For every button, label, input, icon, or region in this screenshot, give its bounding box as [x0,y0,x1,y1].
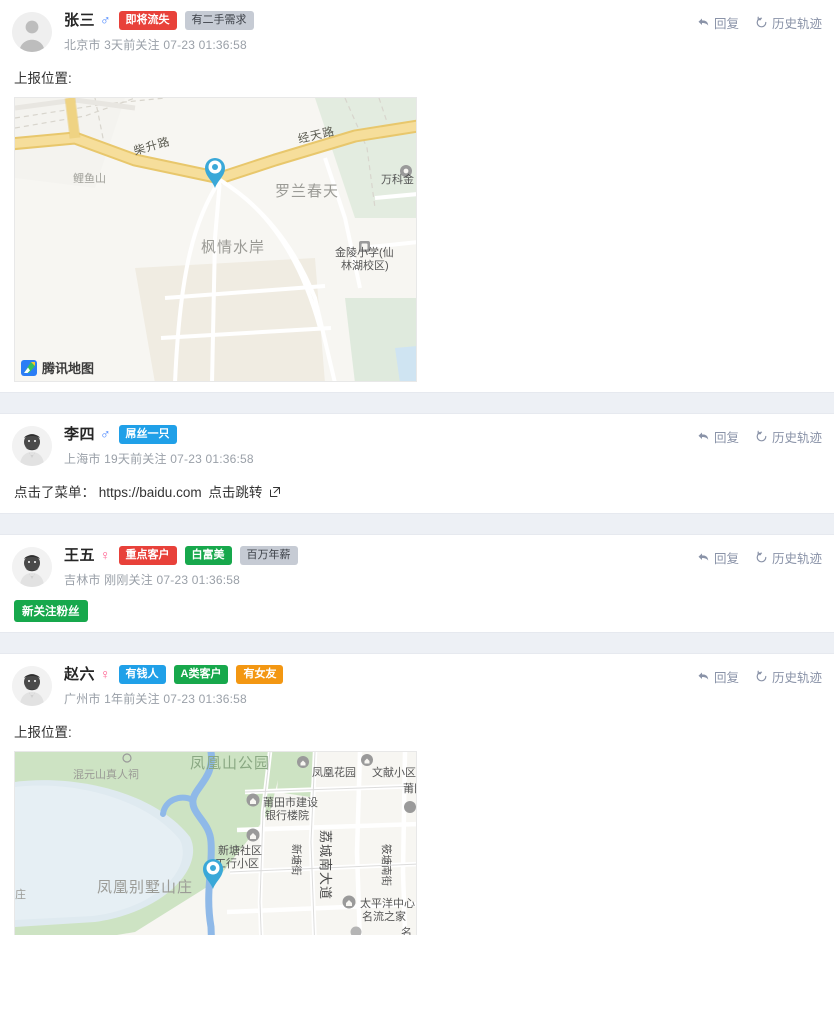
timestamp: 07-23 01:36:58 [163,38,247,52]
name-line: 王五 ♀ 重点客户 白富美 百万年薪 [64,546,298,565]
entry-header: 李四 ♂ 屌丝一只 上海市 19天前关注 07-23 01:36:58 回复 历… [12,424,822,467]
history-icon [755,430,768,443]
gender-icon: ♀ [100,546,111,563]
history-button[interactable]: 历史轨迹 [755,667,822,686]
reply-icon [697,16,710,29]
timestamp: 07-23 01:36:58 [170,452,254,466]
external-link-icon[interactable] [269,486,281,501]
history-label: 历史轨迹 [771,17,822,31]
entry-header: 王五 ♀ 重点客户 白富美 百万年薪 吉林市 刚刚关注 07-23 01:36:… [12,545,822,588]
history-button[interactable]: 历史轨迹 [755,13,822,32]
history-label: 历史轨迹 [771,431,822,445]
feed-entry: 赵六 ♀ 有钱人 A类客户 有女友 广州市 1年前关注 07-23 01:36:… [0,654,834,945]
user-tag: 屌丝一只 [118,425,177,444]
reply-button[interactable]: 回复 [697,548,739,567]
user-name: 李四 [64,426,96,443]
user-tag: A类客户 [173,665,229,684]
user-name: 张三 [64,12,96,29]
entry-divider [0,392,834,414]
history-icon [755,670,768,683]
reply-button[interactable]: 回复 [697,13,739,32]
avatar[interactable] [12,547,52,587]
entry-actions: 回复 历史轨迹 [697,13,822,32]
reply-icon [697,551,710,564]
meta-line: 上海市 19天前关注 07-23 01:36:58 [64,450,254,467]
reply-button[interactable]: 回复 [697,667,739,686]
feed-entry: 李四 ♂ 屌丝一只 上海市 19天前关注 07-23 01:36:58 回复 历… [0,414,834,513]
location-label: 上报位置: [14,71,72,86]
reply-label: 回复 [713,431,739,445]
name-line: 张三 ♂ 即将流失 有二手需求 [64,11,254,30]
gender-icon: ♂ [100,11,111,28]
entry-divider [0,632,834,654]
meta-line: 广州市 1年前关注 07-23 01:36:58 [64,690,283,707]
reply-label: 回复 [713,17,739,31]
gender-icon: ♂ [100,425,111,442]
city: 北京市 [64,38,101,52]
entry-header: 张三 ♂ 即将流失 有二手需求 北京市 3天前关注 07-23 01:36:58 [12,10,822,53]
history-button[interactable]: 历史轨迹 [755,427,822,446]
user-tag: 有女友 [236,665,284,684]
event-badge-row: 新关注粉丝 [12,588,822,624]
customer-feed: 张三 ♂ 即将流失 有二手需求 北京市 3天前关注 07-23 01:36:58 [0,0,834,945]
menu-url: https://baidu.com [98,485,202,500]
user-tag: 有二手需求 [184,11,254,30]
avatar[interactable] [12,666,52,706]
timestamp: 07-23 01:36:58 [156,573,241,587]
city: 广州市 [64,692,101,706]
name-line: 李四 ♂ 屌丝一只 [64,425,254,444]
menu-click-message: 点击了菜单： https://baidu.com 点击跳转 [12,467,822,505]
user-tag: 有钱人 [118,665,166,684]
history-icon [755,551,768,564]
follow-time: 3天前关注 [104,38,160,52]
entry-actions: 回复 历史轨迹 [697,427,822,446]
city: 吉林市 [64,573,101,587]
jump-link[interactable]: 点击跳转 [208,485,262,500]
reply-label: 回复 [713,552,739,566]
feed-entry: 张三 ♂ 即将流失 有二手需求 北京市 3天前关注 07-23 01:36:58 [0,0,834,392]
entry-header: 赵六 ♀ 有钱人 A类客户 有女友 广州市 1年前关注 07-23 01:36:… [12,664,822,707]
entry-body: 上报位置: [12,53,822,384]
user-tag: 白富美 [184,546,232,565]
user-name: 王五 [64,547,96,564]
gender-icon: ♀ [100,665,111,682]
history-label: 历史轨迹 [771,671,822,685]
follow-time: 刚刚关注 [104,573,153,587]
follow-time: 19天前关注 [104,452,167,466]
reply-icon [697,670,710,683]
entry-actions: 回复 历史轨迹 [697,667,822,686]
feed-entry: 王五 ♀ 重点客户 白富美 百万年薪 吉林市 刚刚关注 07-23 01:36:… [0,535,834,632]
user-tag: 即将流失 [118,11,177,30]
avatar[interactable] [12,426,52,466]
meta-line: 北京市 3天前关注 07-23 01:36:58 [64,36,254,53]
tencent-map-logo-icon [21,359,37,376]
entry-body: 上报位置: [12,707,822,937]
reply-button[interactable]: 回复 [697,427,739,446]
location-label: 上报位置: [14,725,72,740]
name-line: 赵六 ♀ 有钱人 A类客户 有女友 [64,665,284,684]
location-map[interactable]: 凤凰山公园 混元山真人祠 凤凰花园 文献小区 莆田中 莆田市建设 银行楼院 新塘… [14,751,417,935]
history-label: 历史轨迹 [771,552,822,566]
history-icon [755,16,768,29]
reply-label: 回复 [713,671,739,685]
entry-actions: 回复 历史轨迹 [697,548,822,567]
watermark-label: 腾讯地图 [42,361,95,376]
status-badge: 新关注粉丝 [14,600,88,622]
meta-line: 吉林市 刚刚关注 07-23 01:36:58 [64,571,298,588]
avatar[interactable] [12,12,52,52]
user-tag: 重点客户 [118,546,177,565]
reply-icon [697,430,710,443]
entry-divider [0,513,834,535]
follow-time: 1年前关注 [104,692,160,706]
user-name: 赵六 [64,666,96,683]
map-watermark: 腾讯地图 [21,358,94,377]
location-map[interactable]: 柴升路 经天路 鲤鱼山 罗兰春天 枫情水岸 金陵小学(仙 林湖校区) 万科金 腾… [14,97,417,382]
timestamp: 07-23 01:36:58 [163,692,247,706]
history-button[interactable]: 历史轨迹 [755,548,822,567]
menu-click-prefix: 点击了菜单： [14,485,95,500]
city: 上海市 [64,452,101,466]
user-tag: 百万年薪 [239,546,298,565]
